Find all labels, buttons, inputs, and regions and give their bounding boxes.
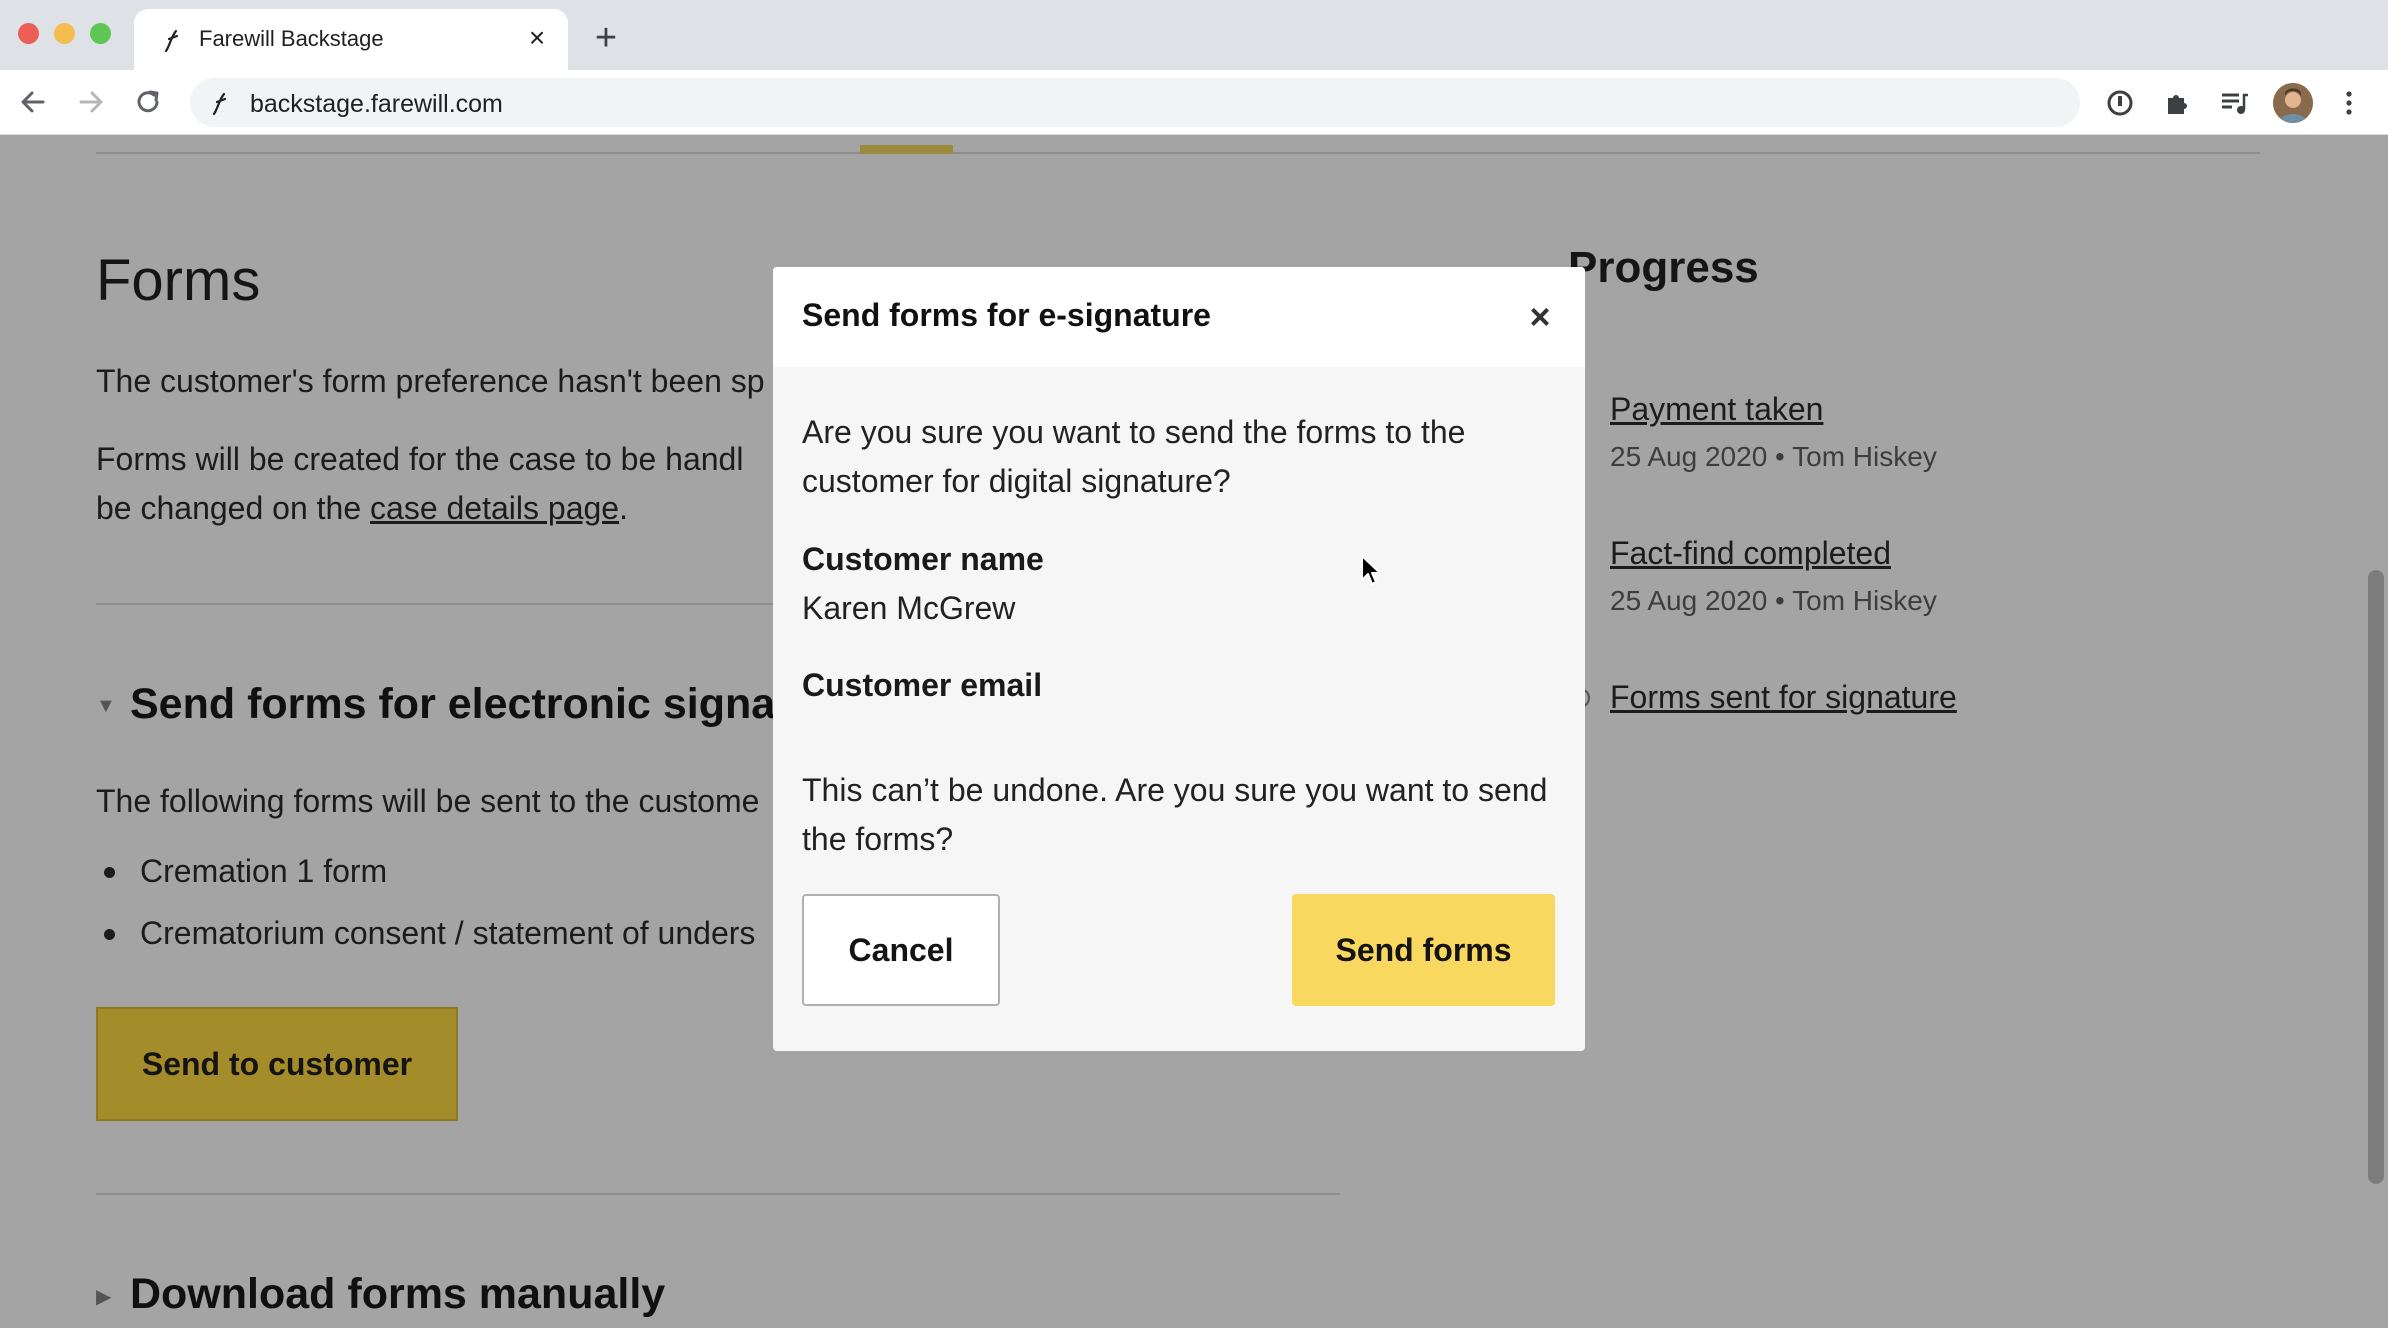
- tab-close-icon[interactable]: ×: [522, 23, 552, 53]
- reload-icon[interactable]: [130, 84, 166, 120]
- window-minimize-button[interactable]: [54, 23, 75, 44]
- send-forms-button[interactable]: Send forms: [1292, 894, 1555, 1006]
- close-icon[interactable]: ×: [1516, 293, 1564, 341]
- arrow-left-icon[interactable]: [15, 84, 51, 120]
- download-section-title: Download forms manually: [130, 1270, 666, 1318]
- list-item: Cremation 1 form: [96, 840, 755, 902]
- profile-avatar[interactable]: [2273, 83, 2313, 123]
- chevron-down-icon: ▼: [96, 695, 116, 718]
- address-bar-url[interactable]: backstage.farewill.com: [250, 90, 503, 119]
- address-bar[interactable]: backstage.farewill.com: [190, 78, 2080, 127]
- esign-section-title: Send forms for electronic signa: [130, 680, 776, 728]
- form-preference-text: The customer's form preference hasn't be…: [96, 363, 765, 399]
- modal-header: Send forms for e-signature ×: [773, 267, 1585, 367]
- progress-item-meta: 25 Aug 2020 • Tom Hiskey: [1610, 441, 1937, 472]
- section-divider: [96, 1193, 1340, 1195]
- browser-tab[interactable]: Farewill Backstage ×: [134, 9, 568, 70]
- modal-title: Send forms for e-signature: [802, 297, 1211, 333]
- progress-item: Payment taken 25 Aug 2020 • Tom Hiskey: [1610, 385, 1937, 481]
- forms-list-intro: The following forms will be sent to the …: [96, 783, 760, 819]
- progress-item-link[interactable]: Payment taken: [1610, 385, 1937, 433]
- tab-title: Farewill Backstage: [199, 26, 384, 51]
- puzzle-icon[interactable]: [2160, 86, 2194, 120]
- progress-item: Forms sent for signature: [1610, 673, 1957, 721]
- kebab-menu-icon[interactable]: [2332, 86, 2366, 120]
- new-tab-button[interactable]: +: [588, 19, 624, 57]
- forms-heading: Forms: [96, 248, 261, 313]
- esignature-modal: Send forms for e-signature × Are you sur…: [773, 267, 1585, 1051]
- forms-handling-text: Forms will be created for the case to be…: [96, 435, 743, 533]
- case-details-link[interactable]: case details page: [370, 490, 619, 526]
- download-section-toggle[interactable]: ▶ Download forms manually: [96, 1270, 665, 1319]
- mouse-pointer-icon: [1361, 555, 1381, 585]
- forms-handling-line2: be changed on the: [96, 490, 371, 526]
- browser-tab-strip: Farewill Backstage × +: [0, 0, 2388, 70]
- media-control-icon[interactable]: [2217, 86, 2251, 120]
- forms-handling-line1: Forms will be created for the case to be…: [96, 441, 744, 477]
- send-to-customer-button[interactable]: Send to customer: [96, 1007, 458, 1121]
- browser-toolbar: backstage.farewill.com: [0, 70, 2388, 135]
- progress-item-link[interactable]: Forms sent for signature: [1610, 673, 1957, 721]
- progress-heading: Progress: [1568, 243, 1759, 292]
- progress-item: Fact-find completed 25 Aug 2020 • Tom Hi…: [1610, 529, 1937, 625]
- site-favicon-icon: [212, 92, 227, 116]
- confirm-question: Are you sure you want to send the forms …: [802, 414, 1466, 499]
- progress-item-link[interactable]: Fact-find completed: [1610, 529, 1937, 577]
- list-item: Crematorium consent / statement of under…: [96, 902, 755, 964]
- forms-handling-period: .: [619, 490, 628, 526]
- irreversible-warning: This can’t be undone. Are you sure you w…: [802, 772, 1548, 857]
- farewill-logo-icon: [164, 29, 179, 53]
- esign-section-toggle[interactable]: ▼ Send forms for electronic signa: [96, 680, 775, 729]
- forms-list: Cremation 1 form Crematorium consent / s…: [96, 840, 755, 964]
- window-close-button[interactable]: [18, 23, 39, 44]
- progress-item-meta: 25 Aug 2020 • Tom Hiskey: [1610, 585, 1937, 616]
- active-tab-indicator: [860, 145, 953, 154]
- window-zoom-button[interactable]: [90, 23, 111, 44]
- page-scrollbar-thumb[interactable]: [2368, 570, 2384, 1184]
- customer-name-value: Karen McGrew: [802, 590, 1016, 626]
- avatar-photo-icon: [2273, 83, 2313, 123]
- chevron-right-icon: ▶: [96, 1286, 112, 1309]
- customer-email-label: Customer email: [802, 667, 1043, 703]
- customer-name-label: Customer name: [802, 541, 1044, 577]
- password-manager-icon[interactable]: [2103, 86, 2137, 120]
- cancel-button[interactable]: Cancel: [802, 894, 1000, 1006]
- arrow-right-icon[interactable]: [73, 84, 109, 120]
- tabs-divider: [96, 152, 2260, 154]
